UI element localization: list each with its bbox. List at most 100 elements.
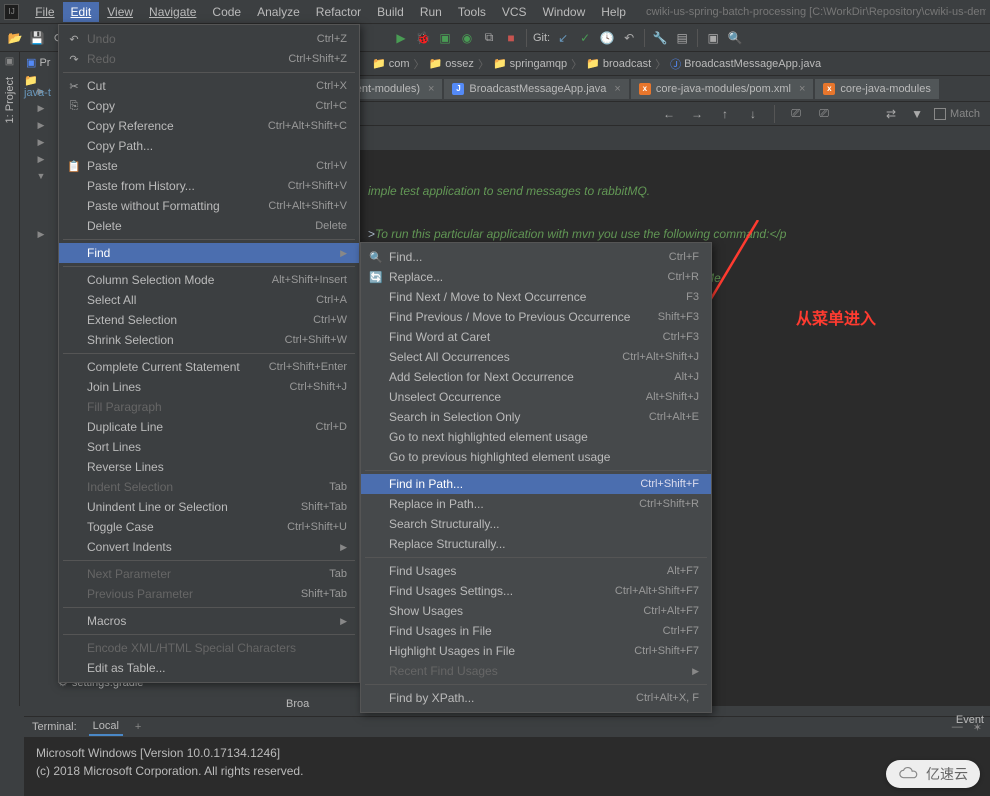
menu-item-replace[interactable]: 🔄Replace...Ctrl+R: [361, 267, 711, 287]
menu-item-find-next[interactable]: Find Next / Move to Next OccurrenceF3: [361, 287, 711, 307]
menu-view[interactable]: View: [99, 2, 141, 22]
next-icon[interactable]: →: [688, 105, 706, 123]
menu-item-find-usages-in-file[interactable]: Find Usages in FileCtrl+F7: [361, 621, 711, 641]
menu-item-show-usages[interactable]: Show UsagesCtrl+Alt+F7: [361, 601, 711, 621]
breadcrumb-item[interactable]: 📁ossez: [428, 57, 473, 70]
close-icon[interactable]: ×: [614, 83, 620, 95]
settings-icon[interactable]: 🔧: [651, 29, 669, 47]
menu-item-search-selection[interactable]: Search in Selection OnlyCtrl+Alt+E: [361, 407, 711, 427]
menu-item-find-word[interactable]: Find Word at CaretCtrl+F3: [361, 327, 711, 347]
tool-icon[interactable]: ⎚: [787, 105, 805, 123]
menu-item-sort-lines[interactable]: Sort Lines: [59, 437, 359, 457]
menu-item-highlight-usages-in-file[interactable]: Highlight Usages in FileCtrl+Shift+F7: [361, 641, 711, 661]
menu-item-fill-paragraph[interactable]: Fill Paragraph: [59, 397, 359, 417]
menu-edit[interactable]: Edit: [63, 2, 100, 22]
menu-item-add-selection-next[interactable]: Add Selection for Next OccurrenceAlt+J: [361, 367, 711, 387]
menu-item-replace-structurally[interactable]: Replace Structurally...: [361, 534, 711, 554]
menu-code[interactable]: Code: [204, 2, 249, 22]
menu-item-toggle-case[interactable]: Toggle CaseCtrl+Shift+U: [59, 517, 359, 537]
breadcrumb-item[interactable]: 📁broadcast: [586, 57, 651, 70]
menu-item-shrink-selection[interactable]: Shrink SelectionCtrl+Shift+W: [59, 330, 359, 350]
breadcrumb-item[interactable]: 📁springamqp: [493, 57, 567, 70]
menu-item-search-structurally[interactable]: Search Structurally...: [361, 514, 711, 534]
vcs-history-icon[interactable]: 🕓: [598, 29, 616, 47]
menu-item-edit-as-table[interactable]: Edit as Table...: [59, 658, 359, 678]
tree-arrow-icon[interactable]: ▶: [36, 135, 47, 150]
project-tool-label[interactable]: 1: Project: [4, 73, 16, 127]
up-icon[interactable]: ↑: [716, 105, 734, 123]
menu-item-convert-indents[interactable]: Convert Indents▶: [59, 537, 359, 557]
menu-refactor[interactable]: Refactor: [308, 2, 369, 22]
menu-item-unselect-occurrence[interactable]: Unselect OccurrenceAlt+Shift+J: [361, 387, 711, 407]
menu-item-goto-next-highlighted[interactable]: Go to next highlighted element usage: [361, 427, 711, 447]
menu-item-find-by-xpath[interactable]: Find by XPath...Ctrl+Alt+X, F: [361, 688, 711, 708]
prev-icon[interactable]: ←: [660, 105, 678, 123]
structure-icon[interactable]: ▤: [673, 29, 691, 47]
menu-item-copy[interactable]: ⎘CopyCtrl+C: [59, 96, 359, 116]
tree-arrow-icon[interactable]: ▶: [36, 152, 47, 167]
menu-item-complete-statement[interactable]: Complete Current StatementCtrl+Shift+Ent…: [59, 357, 359, 377]
terminal-tab[interactable]: Local: [89, 718, 123, 736]
save-icon[interactable]: 💾: [28, 29, 46, 47]
tree-arrow-icon[interactable]: ▶: [36, 227, 47, 242]
close-icon[interactable]: ×: [428, 83, 434, 95]
menu-item-redo[interactable]: ↷RedoCtrl+Shift+Z: [59, 49, 359, 69]
menu-item-recent-find-usages[interactable]: Recent Find Usages▶: [361, 661, 711, 681]
vcs-commit-icon[interactable]: ✓: [576, 29, 594, 47]
menu-item-cut[interactable]: ✂CutCtrl+X: [59, 76, 359, 96]
tab[interactable]: xcore-java-modules: [815, 79, 938, 99]
menu-item-find-usages-settings[interactable]: Find Usages Settings...Ctrl+Alt+Shift+F7: [361, 581, 711, 601]
menu-analyze[interactable]: Analyze: [249, 2, 308, 22]
menu-item-extend-selection[interactable]: Extend SelectionCtrl+W: [59, 310, 359, 330]
close-icon[interactable]: ×: [799, 83, 805, 95]
breadcrumb-item[interactable]: ⒿBroadcastMessageApp.java: [670, 56, 821, 72]
add-terminal-icon[interactable]: +: [135, 721, 141, 733]
profile-icon[interactable]: ◉: [458, 29, 476, 47]
run-icon[interactable]: ▶: [392, 29, 410, 47]
menu-item-find-usages[interactable]: Find UsagesAlt+F7: [361, 561, 711, 581]
menu-item-macros[interactable]: Macros▶: [59, 611, 359, 631]
menu-run[interactable]: Run: [412, 2, 450, 22]
menu-item-paste-history[interactable]: Paste from History...Ctrl+Shift+V: [59, 176, 359, 196]
terminal-output[interactable]: Microsoft Windows [Version 10.0.17134.12…: [24, 738, 990, 796]
search-icon[interactable]: 🔍: [726, 29, 744, 47]
menu-item-join-lines[interactable]: Join LinesCtrl+Shift+J: [59, 377, 359, 397]
menu-vcs[interactable]: VCS: [494, 2, 535, 22]
menu-tools[interactable]: Tools: [450, 2, 494, 22]
menu-item-find-previous[interactable]: Find Previous / Move to Previous Occurre…: [361, 307, 711, 327]
menu-item-unindent[interactable]: Unindent Line or SelectionShift+Tab: [59, 497, 359, 517]
menu-item-copy-reference[interactable]: Copy ReferenceCtrl+Alt+Shift+C: [59, 116, 359, 136]
menu-item-find-dialog[interactable]: 🔍Find...Ctrl+F: [361, 247, 711, 267]
menu-build[interactable]: Build: [369, 2, 412, 22]
menu-item-next-parameter[interactable]: Next ParameterTab: [59, 564, 359, 584]
open-icon[interactable]: 📂: [6, 29, 24, 47]
menu-window[interactable]: Window: [535, 2, 594, 22]
debug-icon[interactable]: 🐞: [414, 29, 432, 47]
tab[interactable]: xcore-java-modules/pom.xml×: [631, 79, 814, 99]
tree-node[interactable]: 📁 java-t: [24, 74, 62, 99]
menu-item-column-selection[interactable]: Column Selection ModeAlt+Shift+Insert: [59, 270, 359, 290]
menu-item-encode-xml[interactable]: Encode XML/HTML Special Characters: [59, 638, 359, 658]
menu-item-indent-selection[interactable]: Indent SelectionTab: [59, 477, 359, 497]
menu-item-reverse-lines[interactable]: Reverse Lines: [59, 457, 359, 477]
filter-icon[interactable]: ▼: [908, 105, 926, 123]
menu-item-prev-parameter[interactable]: Previous ParameterShift+Tab: [59, 584, 359, 604]
settings-icon[interactable]: ⇄: [882, 105, 900, 123]
attach-icon[interactable]: ⧉: [480, 29, 498, 47]
menu-item-paste-nofmt[interactable]: Paste without FormattingCtrl+Alt+Shift+V: [59, 196, 359, 216]
menu-file[interactable]: File: [27, 2, 62, 22]
menu-item-paste[interactable]: 📋PasteCtrl+V: [59, 156, 359, 176]
menu-item-select-all-occurrences[interactable]: Select All OccurrencesCtrl+Alt+Shift+J: [361, 347, 711, 367]
coverage-icon[interactable]: ▣: [436, 29, 454, 47]
tree-arrow-icon[interactable]: ▶: [36, 118, 47, 133]
breadcrumb-item[interactable]: 📁com: [372, 57, 409, 70]
project-tool-icon[interactable]: ▣: [5, 56, 14, 67]
vcs-revert-icon[interactable]: ↶: [620, 29, 638, 47]
stop-icon[interactable]: ■: [502, 29, 520, 47]
menu-item-goto-prev-highlighted[interactable]: Go to previous highlighted element usage: [361, 447, 711, 467]
menu-item-duplicate-line[interactable]: Duplicate LineCtrl+D: [59, 417, 359, 437]
menu-item-copy-path[interactable]: Copy Path...: [59, 136, 359, 156]
tree-arrow-icon[interactable]: ▼: [35, 169, 48, 183]
menu-navigate[interactable]: Navigate: [141, 2, 204, 22]
tree-arrow-icon[interactable]: ▶: [36, 101, 47, 116]
